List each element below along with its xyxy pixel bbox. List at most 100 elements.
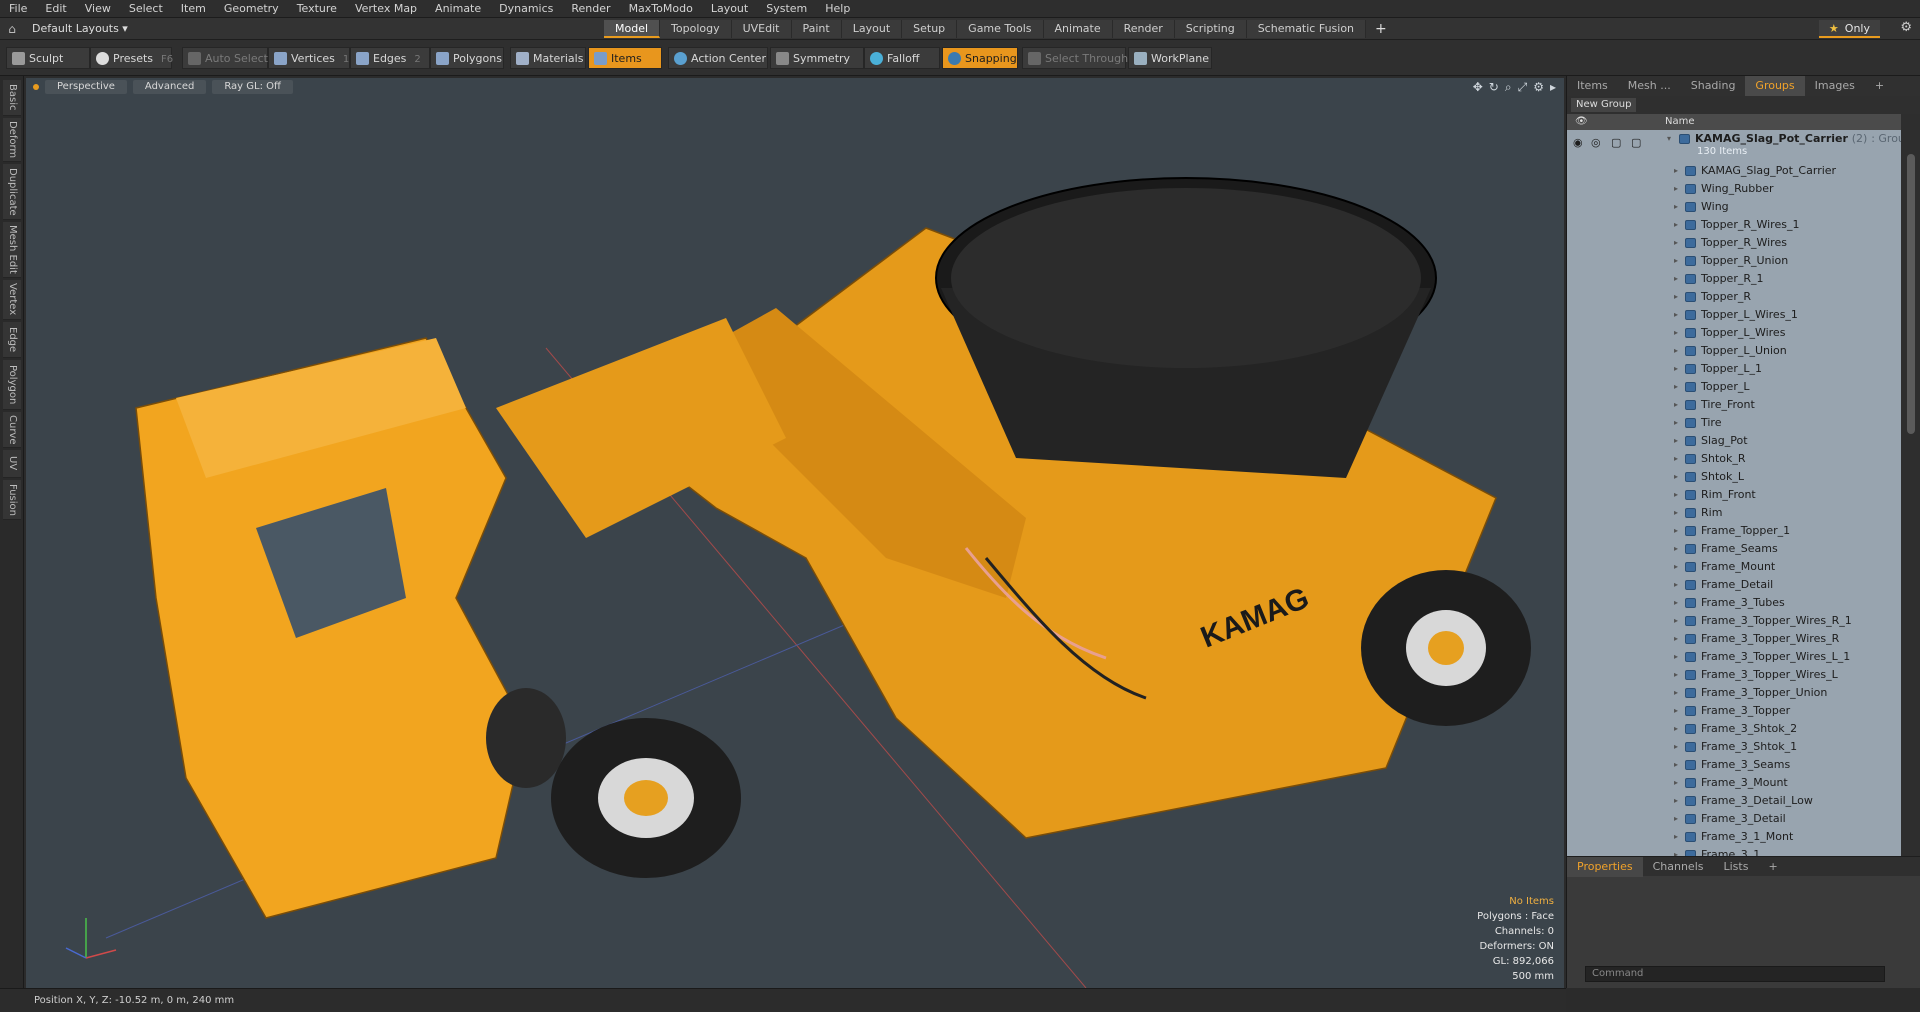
menu-dynamics[interactable]: Dynamics xyxy=(490,0,562,18)
only-button[interactable]: ★ Only xyxy=(1818,20,1880,38)
expand-icon[interactable]: ▸ xyxy=(1674,702,1678,720)
select-through-button[interactable]: Select Through xyxy=(1022,47,1128,69)
list-item[interactable]: ▸ Frame_3_Topper_Wires_L xyxy=(1567,666,1901,684)
menu-animate[interactable]: Animate xyxy=(426,0,490,18)
list-item[interactable]: ▸ Frame_3_Detail xyxy=(1567,810,1901,828)
list-item[interactable]: ▸ Topper_L_Wires xyxy=(1567,324,1901,342)
list-item[interactable]: ▸ Topper_L_Union xyxy=(1567,342,1901,360)
expand-icon[interactable]: ▸ xyxy=(1674,558,1678,576)
tab-scripting[interactable]: Scripting xyxy=(1174,20,1247,38)
vtab-uv[interactable]: UV xyxy=(3,450,21,478)
expand-icon[interactable]: ▸ xyxy=(1674,288,1678,306)
tab-animate[interactable]: Animate xyxy=(1043,20,1113,38)
expand-icon[interactable]: ▸ xyxy=(1674,792,1678,810)
menu-file[interactable]: File xyxy=(0,0,36,18)
tab-images[interactable]: Images xyxy=(1805,76,1865,96)
list-item[interactable]: ▸ Topper_L_Wires_1 xyxy=(1567,306,1901,324)
expand-icon[interactable]: ▸ xyxy=(1674,270,1678,288)
scene-render[interactable]: KAMAG xyxy=(26,78,1564,988)
expand-icon[interactable]: ▸ xyxy=(1674,486,1678,504)
tab-setup[interactable]: Setup xyxy=(902,20,958,38)
visibility-eye-icon[interactable]: ◉ xyxy=(1573,134,1585,149)
tab-layout[interactable]: Layout xyxy=(841,20,903,38)
expand-icon[interactable]: ▸ xyxy=(1674,198,1678,216)
menu-geometry[interactable]: Geometry xyxy=(215,0,288,18)
select-toggle-icon[interactable]: ▢ xyxy=(1631,134,1643,149)
expand-icon[interactable]: ▸ xyxy=(1674,180,1678,198)
expand-icon[interactable]: ▸ xyxy=(1674,810,1678,828)
list-item[interactable]: ▸ Frame_3_Topper_Wires_L_1 xyxy=(1567,648,1901,666)
expand-icon[interactable]: ▸ xyxy=(1674,378,1678,396)
expand-icon[interactable]: ▸ xyxy=(1674,432,1678,450)
raygl-button[interactable]: Ray GL: Off xyxy=(212,80,293,94)
expand-icon[interactable]: ▸ xyxy=(1674,576,1678,594)
items-button[interactable]: Items xyxy=(588,47,662,69)
list-item[interactable]: ▸ Tire_Front xyxy=(1567,396,1901,414)
list-item[interactable]: ▸ Topper_R_Union xyxy=(1567,252,1901,270)
expand-icon[interactable]: ▸ xyxy=(1674,504,1678,522)
tab-groups[interactable]: Groups xyxy=(1745,76,1805,96)
list-item[interactable]: ▸ Shtok_L xyxy=(1567,468,1901,486)
materials-button[interactable]: Materials xyxy=(510,47,586,69)
tab-mesh[interactable]: Mesh ... xyxy=(1618,76,1681,96)
collapse-icon[interactable]: ▾ xyxy=(1667,130,1671,148)
menu-system[interactable]: System xyxy=(757,0,816,18)
vtab-mesh-edit[interactable]: Mesh Edit xyxy=(3,222,21,278)
list-item[interactable]: ▸ Frame_Mount xyxy=(1567,558,1901,576)
action-center-button[interactable]: Action Center xyxy=(668,47,768,69)
list-item[interactable]: ▸ Frame_3_Topper_Wires_R xyxy=(1567,630,1901,648)
list-item[interactable]: ▸ Slag_Pot xyxy=(1567,432,1901,450)
menu-vertex-map[interactable]: Vertex Map xyxy=(346,0,426,18)
expand-icon[interactable]: ▸ xyxy=(1674,594,1678,612)
workplane-button[interactable]: WorkPlane xyxy=(1128,47,1212,69)
advanced-button[interactable]: Advanced xyxy=(132,80,207,94)
expand-icon[interactable]: ▸ xyxy=(1674,648,1678,666)
add-panel-tab-icon[interactable]: + xyxy=(1865,76,1894,96)
add-tab-icon[interactable]: + xyxy=(1366,20,1396,38)
pan-icon[interactable]: ✥ xyxy=(1473,80,1483,95)
list-item[interactable]: ▸ KAMAG_Slag_Pot_Carrier xyxy=(1567,162,1901,180)
list-item[interactable]: ▸ Frame_Seams xyxy=(1567,540,1901,558)
zoom-icon[interactable]: ⌕ xyxy=(1505,80,1512,95)
menu-help[interactable]: Help xyxy=(816,0,859,18)
viewport-menu-dot-icon[interactable] xyxy=(33,84,39,90)
list-item[interactable]: ▸ Frame_3_Topper_Wires_R_1 xyxy=(1567,612,1901,630)
gear-icon[interactable]: ⚙ xyxy=(1900,20,1912,35)
expand-icon[interactable]: ▸ xyxy=(1674,540,1678,558)
expand-icon[interactable]: ▸ xyxy=(1674,342,1678,360)
edges-button[interactable]: Edges 2 xyxy=(350,47,430,69)
menu-render[interactable]: Render xyxy=(562,0,619,18)
list-item[interactable]: ▸ Rim_Front xyxy=(1567,486,1901,504)
perspective-button[interactable]: Perspective xyxy=(45,80,127,94)
list-item[interactable]: ▸ Frame_3_Topper xyxy=(1567,702,1901,720)
add-properties-tab-icon[interactable]: + xyxy=(1758,857,1787,877)
expand-icon[interactable]: ▸ xyxy=(1674,306,1678,324)
layout-dropdown[interactable]: Default Layouts ▾ xyxy=(24,22,136,35)
maximize-icon[interactable]: ⤢ xyxy=(1518,80,1528,95)
vtab-curve[interactable]: Curve xyxy=(3,412,21,448)
auto-select-button[interactable]: Auto Select xyxy=(182,47,268,69)
menu-texture[interactable]: Texture xyxy=(288,0,346,18)
list-item[interactable]: ▸ Topper_R xyxy=(1567,288,1901,306)
menu-select[interactable]: Select xyxy=(120,0,172,18)
viewport-settings-icon[interactable]: ⚙ xyxy=(1533,80,1544,95)
expand-icon[interactable]: ▸ xyxy=(1674,396,1678,414)
home-icon[interactable]: ⌂ xyxy=(0,22,24,36)
tab-uvedit[interactable]: UVEdit xyxy=(731,20,792,38)
viewport-arrow-icon[interactable]: ▸ xyxy=(1550,80,1556,95)
expand-icon[interactable]: ▸ xyxy=(1674,360,1678,378)
tab-lists[interactable]: Lists xyxy=(1714,857,1759,877)
presets-button[interactable]: Presets F6 xyxy=(90,47,173,69)
menu-maxtomodo[interactable]: MaxToModo xyxy=(620,0,702,18)
scrollbar-thumb[interactable] xyxy=(1907,154,1915,434)
list-item[interactable]: ▸ Frame_3_Shtok_1 xyxy=(1567,738,1901,756)
list-item[interactable]: ▸ Frame_Topper_1 xyxy=(1567,522,1901,540)
snapping-button[interactable]: Snapping xyxy=(942,47,1018,69)
list-item[interactable]: ▸ Frame_3_Shtok_2 xyxy=(1567,720,1901,738)
expand-icon[interactable]: ▸ xyxy=(1674,774,1678,792)
expand-icon[interactable]: ▸ xyxy=(1674,216,1678,234)
list-item[interactable]: ▸ Frame_3_1_Mont xyxy=(1567,828,1901,846)
polygons-button[interactable]: Polygons xyxy=(430,47,504,69)
list-item[interactable]: ▸ Frame_Detail xyxy=(1567,576,1901,594)
list-item[interactable]: ▸ Frame_3_Tubes xyxy=(1567,594,1901,612)
